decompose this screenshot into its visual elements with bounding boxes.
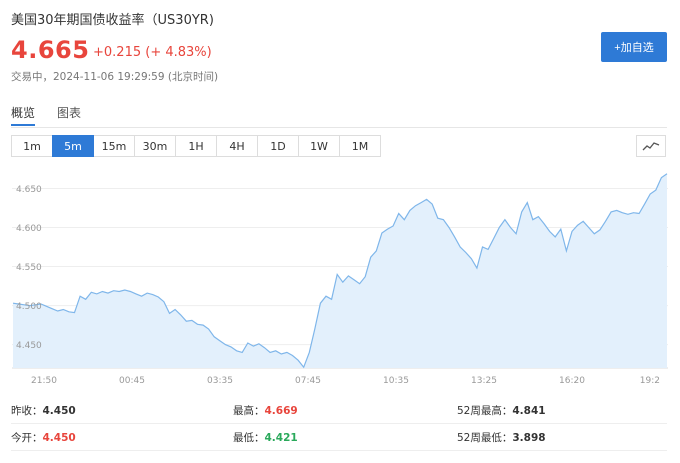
stat-52w-high-label: 52周最高：	[457, 405, 513, 417]
stat-52w-low-value: 3.898	[512, 432, 546, 444]
chart-type-button[interactable]	[636, 135, 666, 157]
period-1w[interactable]: 1W	[298, 135, 340, 157]
period-1d[interactable]: 1D	[257, 135, 299, 157]
x-tick-label: 03:35	[207, 376, 233, 386]
view-tabs: 概览 图表	[11, 104, 81, 126]
tabs-divider	[11, 127, 667, 128]
stat-prev-close-value: 4.450	[42, 405, 76, 417]
y-tick-label: 4.500	[16, 302, 42, 312]
stat-52w-low-label: 52周最低：	[457, 432, 513, 444]
timestamp: 2024-11-06 19:29:59 (北京时间)	[53, 71, 219, 83]
period-4h[interactable]: 4H	[216, 135, 258, 157]
y-tick-label: 4.450	[16, 341, 42, 351]
stat-52w-low: 52周最低：3.898	[457, 430, 546, 445]
stat-open: 今开：4.450	[11, 430, 76, 445]
period-15m[interactable]: 15m	[93, 135, 135, 157]
stat-low: 最低：4.421	[233, 430, 298, 445]
period-30m[interactable]: 30m	[134, 135, 176, 157]
x-tick-label: 13:25	[471, 376, 497, 386]
current-price: 4.665	[11, 36, 90, 64]
trading-status: 交易中，2024-11-06 19:29:59 (北京时间)	[11, 69, 218, 84]
line-chart-icon	[642, 142, 660, 151]
tab-chart[interactable]: 图表	[57, 104, 81, 126]
x-tick-label: 16:20	[559, 376, 585, 386]
stat-open-label: 今开：	[11, 432, 43, 444]
chart-area	[13, 173, 667, 368]
stat-prev-close-label: 昨收：	[11, 405, 43, 417]
price-change: +0.215 (+ 4.83%)	[93, 45, 212, 60]
add-to-watchlist-button[interactable]: +加自选	[601, 32, 667, 62]
page-title: 美国30年期国债收益率（US30YR)	[11, 13, 214, 28]
stat-open-value: 4.450	[42, 432, 76, 444]
stats-row-1: 昨收：4.450 最高：4.669 52周最高：4.841	[11, 397, 667, 424]
tab-overview[interactable]: 概览	[11, 104, 36, 126]
x-axis-labels: 21:50 00:45 03:35 07:45 10:35 13:25 16:20 19:2	[31, 376, 660, 386]
stat-low-label: 最低：	[233, 432, 265, 444]
x-tick-label: 00:45	[119, 376, 145, 386]
y-tick-label: 4.650	[16, 185, 42, 195]
stats-panel: 昨收：4.450 最高：4.669 52周最高：4.841 今开：4.450 最…	[11, 397, 667, 451]
period-selector: 1m 5m 15m 30m 1H 4H 1D 1W 1M	[11, 135, 381, 157]
period-1h[interactable]: 1H	[175, 135, 217, 157]
stat-52w-high-value: 4.841	[512, 405, 546, 417]
period-5m[interactable]: 5m	[52, 135, 94, 157]
stats-row-2: 今开：4.450 最低：4.421 52周最低：3.898	[11, 424, 667, 451]
x-tick-label: 19:2	[640, 376, 660, 386]
period-1mo[interactable]: 1M	[339, 135, 381, 157]
stat-52w-high: 52周最高：4.841	[457, 403, 546, 418]
period-1m[interactable]: 1m	[11, 135, 53, 157]
y-tick-label: 4.600	[16, 224, 42, 234]
stat-high-value: 4.669	[264, 405, 298, 417]
stat-high-label: 最高：	[233, 405, 265, 417]
trading-status-label: 交易中，	[11, 71, 53, 83]
y-tick-label: 4.550	[16, 263, 42, 273]
x-tick-label: 21:50	[31, 376, 57, 386]
yield-chart[interactable]: 4.450 4.500 4.550 4.600 4.650 21:50 00:45 03:3…	[12, 165, 668, 391]
stat-high: 最高：4.669	[233, 403, 298, 418]
x-tick-label: 10:35	[383, 376, 409, 386]
stat-low-value: 4.421	[264, 432, 298, 444]
stat-prev-close: 昨收：4.450	[11, 403, 76, 418]
x-tick-label: 07:45	[295, 376, 321, 386]
